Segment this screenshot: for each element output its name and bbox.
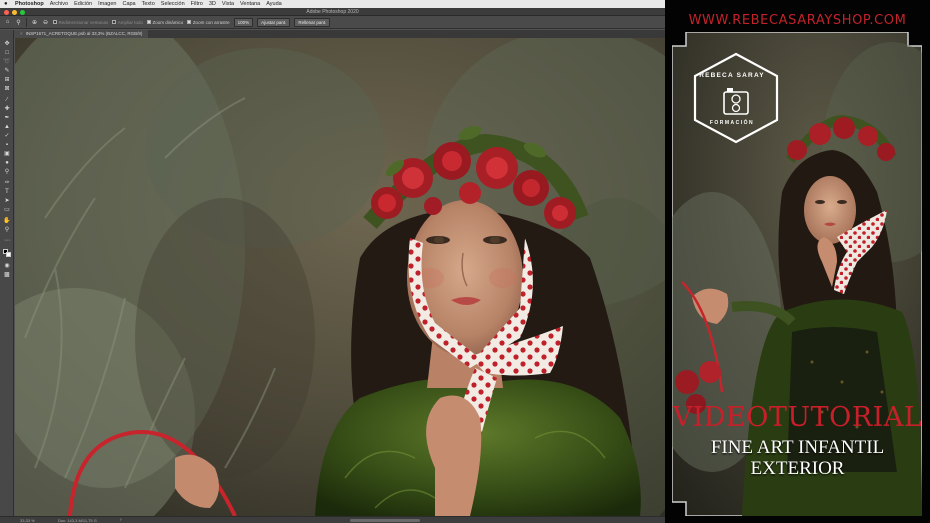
marquee-icon[interactable]: □	[3, 49, 11, 56]
apple-icon[interactable]: ●	[4, 1, 10, 7]
dynamic-zoom-label: Zoom dinámico	[152, 19, 184, 25]
actual-size-button[interactable]: 100%	[233, 17, 254, 27]
quickmask-icon[interactable]: ◉	[3, 262, 11, 269]
course-title-line-1: FINE ART INFANTIL	[710, 437, 885, 458]
zoom-out-icon[interactable]: ⊖	[42, 19, 49, 26]
resize-windows-checkbox[interactable]: Redimensionar ventanas	[53, 20, 108, 25]
menu-app[interactable]: Photoshop	[15, 1, 44, 7]
blur-icon[interactable]: ●	[3, 159, 11, 166]
document-info: Doc: 143,3 M/11,75 G	[58, 518, 97, 523]
fit-screen-button[interactable]: Ajustar pant.	[257, 17, 291, 27]
brush-icon[interactable]: ✒	[3, 114, 11, 121]
healing-icon[interactable]: ✚	[3, 105, 11, 112]
fill-screen-button[interactable]: Rellenar pant.	[294, 17, 331, 27]
divider	[26, 17, 27, 27]
rectangle-icon[interactable]: ▭	[3, 206, 11, 213]
menu-capa[interactable]: Capa	[122, 1, 135, 7]
zoom-icon[interactable]: ⚲	[3, 226, 11, 233]
document-tab[interactable]: × INSP1671_ACRETOQUE.psb al 33,3% (BZALCC…	[14, 30, 149, 38]
hand-icon[interactable]: ✋	[3, 217, 11, 224]
quick-select-icon[interactable]: ✎	[3, 67, 11, 74]
zoom-all-label: Ampliar todo	[117, 19, 144, 25]
zoom-in-icon[interactable]: ⊕	[31, 19, 38, 26]
course-title-line-2: EXTERIOR	[750, 458, 845, 479]
photoshop-window: ● Photoshop Archivo Edición Imagen Capa …	[0, 0, 665, 523]
shop-url: WWW.REBECASARAYSHOP.COM	[688, 13, 907, 28]
menu-edicion[interactable]: Edición	[74, 1, 92, 7]
menu-texto[interactable]: Texto	[142, 1, 155, 7]
screen-mode-icon[interactable]: ▩	[3, 271, 11, 278]
path-select-icon[interactable]: ➤	[3, 197, 11, 204]
menu-archivo[interactable]: Archivo	[50, 1, 68, 7]
close-tab-icon[interactable]: ×	[20, 31, 23, 36]
chevron-right-icon[interactable]: ›	[120, 517, 122, 523]
crop-icon[interactable]: ⊞	[3, 76, 11, 83]
checkbox-box	[53, 20, 57, 24]
menu-seleccion[interactable]: Selección	[161, 1, 185, 7]
background-color-swatch[interactable]	[6, 252, 11, 257]
type-icon[interactable]: T	[3, 188, 11, 195]
menu-ventana[interactable]: Ventana	[240, 1, 260, 7]
more-tools-icon[interactable]: ⋯	[3, 237, 11, 244]
logo-badge	[693, 52, 779, 144]
portrait-photo	[15, 38, 665, 516]
checkbox-box	[187, 20, 192, 24]
move-icon[interactable]: ✥	[3, 40, 11, 47]
horizontal-scrollbar[interactable]	[350, 518, 420, 522]
lasso-icon[interactable]: ➰	[3, 58, 11, 65]
options-bar: ⌂ ⚲ ⊕ ⊖ Redimensionar ventanas Ampliar t…	[0, 16, 665, 29]
menu-3d[interactable]: 3D	[209, 1, 216, 7]
zoom-tool-preset-icon[interactable]: ⚲	[15, 19, 22, 26]
checkbox-box	[147, 20, 152, 24]
menu-ayuda[interactable]: Ayuda	[266, 1, 282, 7]
stamp-icon[interactable]: ▲	[3, 123, 11, 130]
menu-bar: ● Photoshop Archivo Edición Imagen Capa …	[0, 0, 665, 8]
promo-panel: WWW.REBECASARAYSHOP.COM REBECA SARAY FOR…	[665, 0, 930, 523]
gradient-icon[interactable]: ▣	[3, 150, 11, 157]
checkbox-box	[112, 20, 117, 24]
videotutorial-label: VIDEOTUTORIAL	[672, 402, 923, 433]
menu-imagen[interactable]: Imagen	[98, 1, 116, 7]
badge-name: REBECA SARAY	[699, 72, 765, 79]
tools-panel: ✥ □ ➰ ✎ ⊞ ⊠ ∕ ✚ ✒ ▲ ✓ ▪ ▣ ● ⚲ ✑ T ➤ ▭ ✋ …	[0, 30, 14, 516]
eraser-icon[interactable]: ▪	[3, 141, 11, 148]
document-tab-label: INSP1671_ACRETOQUE.psb al 33,3% (BZALCC,…	[25, 31, 143, 36]
menu-filtro[interactable]: Filtro	[191, 1, 203, 7]
dodge-icon[interactable]: ⚲	[3, 168, 11, 175]
document-tab-bar: × INSP1671_ACRETOQUE.psb al 33,3% (BZALCC…	[14, 30, 665, 38]
status-bar: 33,33 % Doc: 143,3 M/11,75 G ›	[0, 516, 665, 523]
resize-windows-label: Redimensionar ventanas	[58, 19, 109, 25]
window-title-bar: Adobe Photoshop 2020	[0, 8, 665, 16]
scrubby-zoom-checkbox[interactable]: Zoom con arrastre	[187, 19, 230, 25]
history-brush-icon[interactable]: ✓	[3, 132, 11, 139]
frame-icon[interactable]: ⊠	[3, 85, 11, 92]
document-canvas[interactable]	[15, 38, 665, 516]
badge-subtitle: FORMACIÓN	[709, 120, 755, 126]
scrubby-zoom-label: Zoom con arrastre	[192, 19, 230, 25]
zoom-all-checkbox[interactable]: Ampliar todo	[112, 20, 143, 25]
window-title: Adobe Photoshop 2020	[306, 9, 359, 15]
eyedropper-icon[interactable]: ∕	[3, 96, 11, 103]
pen-icon[interactable]: ✑	[3, 179, 11, 186]
menu-vista[interactable]: Vista	[222, 1, 234, 7]
zoom-level[interactable]: 33,33 %	[20, 518, 35, 523]
dynamic-zoom-checkbox[interactable]: Zoom dinámico	[147, 20, 183, 25]
home-icon[interactable]: ⌂	[4, 19, 11, 26]
